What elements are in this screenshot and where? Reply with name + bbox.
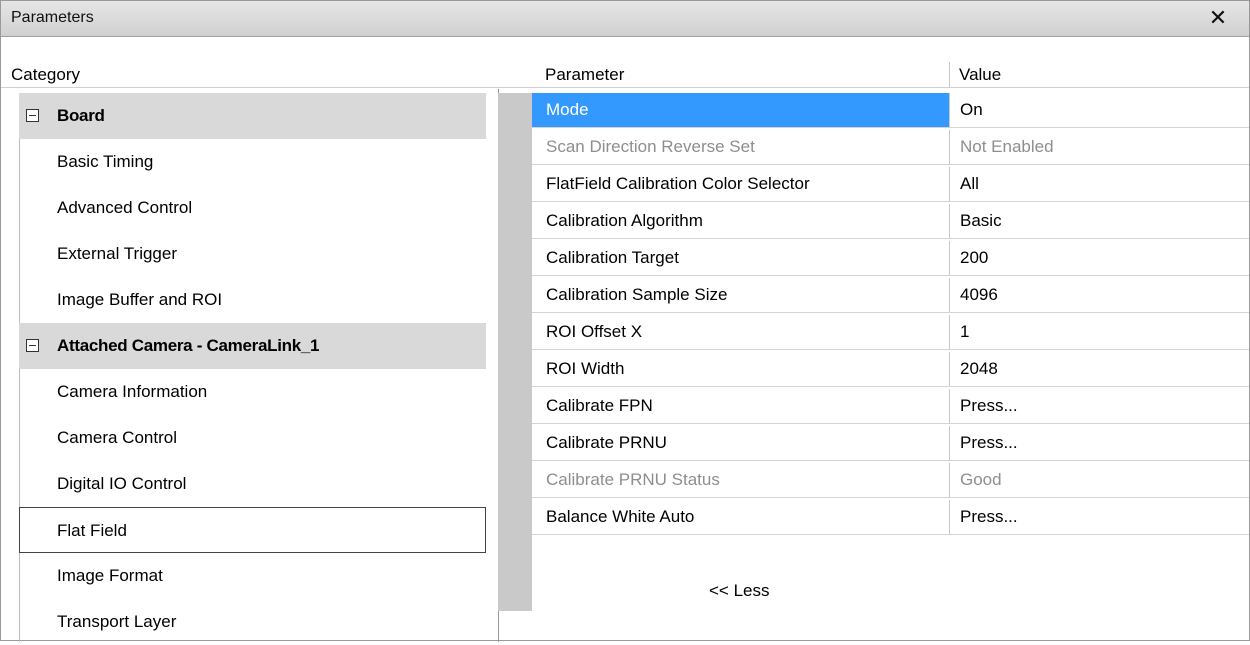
parameter-value[interactable]: All	[950, 167, 1249, 201]
collapse-icon[interactable]	[26, 339, 39, 352]
category-label: Transport Layer	[57, 612, 177, 631]
category-label: Flat Field	[57, 521, 127, 540]
parameter-row[interactable]: Scan Direction Reverse Set Not Enabled	[532, 130, 1249, 165]
parameter-row[interactable]: ROI Width 2048	[532, 352, 1249, 387]
parameter-row[interactable]: Calibrate FPN Press...	[532, 389, 1249, 424]
parameter-name: Calibrate FPN	[532, 389, 950, 423]
category-label: Basic Timing	[57, 152, 154, 171]
collapse-icon[interactable]	[26, 109, 39, 122]
close-icon[interactable]: ✕	[1207, 5, 1229, 31]
category-group[interactable]: Board	[19, 93, 486, 139]
parameter-row[interactable]: Calibration Sample Size 4096	[532, 278, 1249, 313]
category-item[interactable]: Transport Layer	[19, 599, 486, 645]
parameter-name: Calibration Target	[532, 241, 950, 275]
less-link[interactable]: << Less	[709, 581, 770, 601]
category-item[interactable]: Advanced Control	[19, 185, 486, 231]
parameter-row[interactable]: Balance White Auto Press...	[532, 500, 1249, 535]
parameter-value[interactable]: Basic	[950, 204, 1249, 238]
category-label: Attached Camera - CameraLink_1	[57, 336, 320, 355]
parameter-value: Not Enabled	[960, 137, 1054, 156]
parameter-name: Mode	[532, 93, 950, 127]
column-divider[interactable]	[949, 62, 950, 87]
category-item[interactable]: Image Format	[19, 553, 486, 599]
parameter-name: Scan Direction Reverse Set	[532, 130, 950, 164]
category-item[interactable]: Flat Field	[19, 507, 486, 553]
parameter-name: Calibrate PRNU	[532, 426, 950, 460]
category-item[interactable]: Image Buffer and ROI	[19, 277, 486, 323]
parameter-row[interactable]: FlatField Calibration Color Selector All	[532, 167, 1249, 202]
window-title: Parameters	[11, 9, 94, 26]
category-item[interactable]: Digital IO Control	[19, 461, 486, 507]
parameter-value[interactable]: Press...	[950, 426, 1249, 460]
parameter-name: ROI Offset X	[532, 315, 950, 349]
parameter-value[interactable]: On	[950, 93, 1249, 127]
category-label: External Trigger	[57, 244, 177, 263]
category-item[interactable]: Basic Timing	[19, 139, 486, 185]
parameter-name: Calibrate PRNU Status	[532, 463, 950, 497]
value-header[interactable]: Value	[959, 61, 1001, 88]
parameter-value[interactable]: 200	[950, 241, 1249, 275]
parameter-value[interactable]: 1	[950, 315, 1249, 349]
row-header-bar	[498, 93, 532, 611]
category-label: Camera Information	[57, 382, 208, 401]
parameter-row[interactable]: Mode On	[532, 93, 1249, 128]
category-label: Image Buffer and ROI	[57, 290, 223, 309]
parameter-row[interactable]: Calibration Target 200	[532, 241, 1249, 276]
parameter-row[interactable]: Calibration Algorithm Basic	[532, 204, 1249, 239]
parameter-value: Good	[960, 470, 1002, 489]
parameter-value[interactable]: 2048	[950, 352, 1249, 386]
parameter-name: Balance White Auto	[532, 500, 950, 534]
parameter-name: ROI Width	[532, 352, 950, 386]
parameter-row[interactable]: ROI Offset X1	[532, 315, 1249, 350]
category-header[interactable]: Category	[11, 61, 80, 88]
parameter-value[interactable]: 4096	[950, 278, 1249, 312]
parameter-name: Calibration Sample Size	[532, 278, 950, 312]
category-item[interactable]: Camera Information	[19, 369, 486, 415]
parameter-row[interactable]: Calibrate PRNU Press...	[532, 426, 1249, 461]
title-bar: Parameters ✕	[1, 1, 1249, 37]
parameter-value[interactable]: Press...	[950, 389, 1249, 423]
category-label: Camera Control	[57, 428, 177, 447]
category-tree: Board Basic Timing Advanced Control Externa…	[19, 93, 486, 642]
parameter-name: Calibration Algorithm	[532, 204, 950, 238]
parameter-row[interactable]: Calibrate PRNU Status Good	[532, 463, 1249, 498]
category-item[interactable]: Camera Control	[19, 415, 486, 461]
parameter-header[interactable]: Parameter	[545, 61, 624, 88]
category-label: Digital IO Control	[57, 474, 187, 493]
category-label: Advanced Control	[57, 198, 193, 217]
parameter-name: FlatField Calibration Color Selector	[532, 167, 950, 201]
parameter-value[interactable]: Press...	[950, 500, 1249, 534]
parameters-window: Parameters ✕ Category Parameter Value Bo…	[0, 0, 1250, 642]
category-label: Image Format	[57, 566, 163, 585]
column-headers: Category Parameter Value	[1, 61, 1249, 88]
category-label: Board	[57, 106, 105, 125]
category-item[interactable]: External Trigger	[19, 231, 486, 277]
category-group[interactable]: Attached Camera - CameraLink_1	[19, 323, 486, 369]
